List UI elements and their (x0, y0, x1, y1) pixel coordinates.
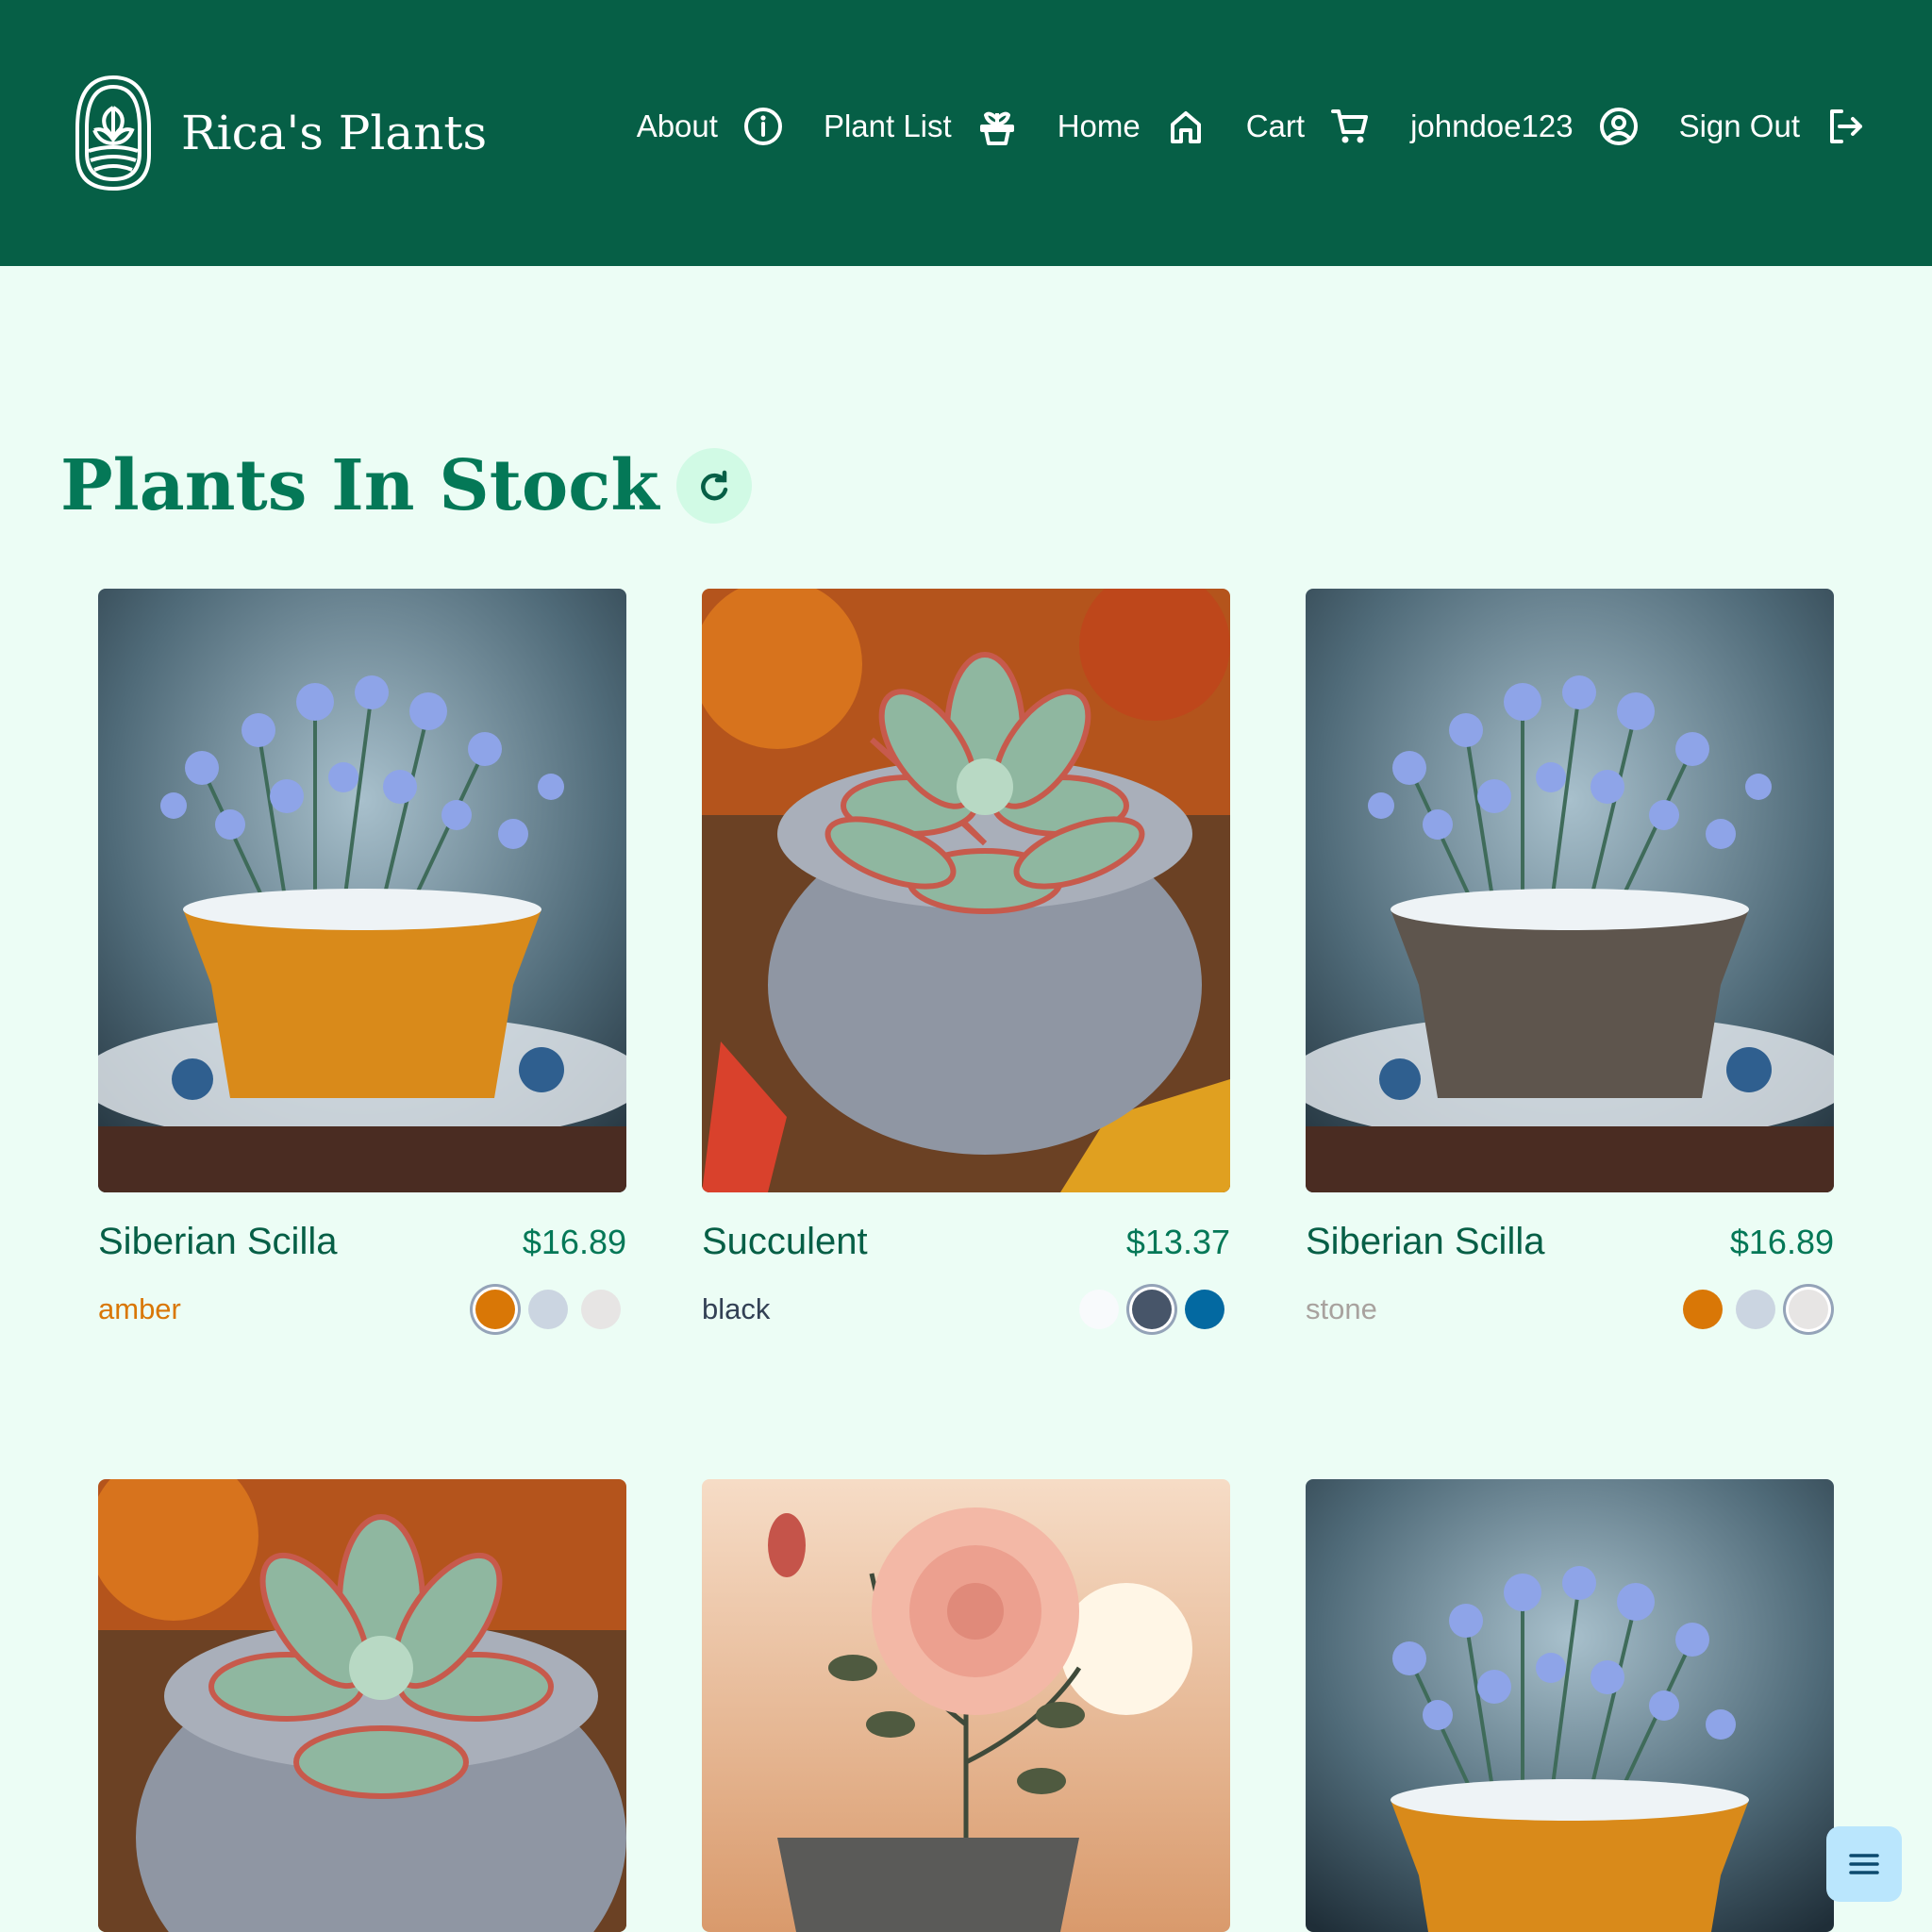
info-icon (742, 106, 784, 147)
product-card[interactable] (98, 1479, 626, 1932)
product-image[interactable] (702, 1479, 1230, 1932)
swatch-slate[interactable] (528, 1290, 568, 1329)
swatch-stone[interactable] (1789, 1290, 1828, 1329)
brand[interactable]: Rica's Plants (74, 74, 487, 192)
nav-home[interactable]: Home (1058, 106, 1207, 147)
product-name: Siberian Scilla (1306, 1221, 1545, 1262)
card-meta: stone (1306, 1290, 1834, 1329)
top-nav-bar: Rica's Plants About Plant List Home Cart (0, 0, 1932, 266)
swatch-slate[interactable] (1736, 1290, 1775, 1329)
card-info: Succulent $13.37 (702, 1221, 1230, 1263)
product-image[interactable] (98, 589, 626, 1192)
plant-pot-icon (976, 106, 1018, 147)
sign-out-icon (1824, 106, 1866, 147)
product-price: $16.89 (522, 1223, 626, 1261)
nav-cart[interactable]: Cart (1246, 106, 1371, 147)
product-image[interactable] (702, 589, 1230, 1192)
product-name: Succulent (702, 1221, 868, 1262)
main-nav: About Plant List Home Cart johndoe123 Si… (637, 106, 1866, 147)
product-card[interactable] (1306, 1479, 1834, 1932)
product-card[interactable] (702, 1479, 1230, 1932)
color-swatches (1683, 1290, 1834, 1329)
swatch-blue[interactable] (1185, 1290, 1224, 1329)
page-title: Plants In Stock (60, 445, 659, 526)
nav-user[interactable]: johndoe123 (1410, 106, 1640, 147)
menu-icon (1849, 1854, 1879, 1874)
nav-plant-list-label: Plant List (823, 108, 952, 143)
selected-color-label: black (702, 1292, 771, 1325)
menu-button[interactable] (1826, 1826, 1902, 1902)
selected-color-label: amber (98, 1292, 181, 1325)
swatch-amber[interactable] (475, 1290, 515, 1329)
nav-sign-out[interactable]: Sign Out (1679, 106, 1866, 147)
card-meta: amber (98, 1290, 626, 1329)
swatch-amber[interactable] (1683, 1290, 1723, 1329)
nav-plant-list[interactable]: Plant List (824, 106, 1018, 147)
product-price: $16.89 (1729, 1223, 1834, 1261)
nav-sign-out-label: Sign Out (1678, 108, 1800, 143)
product-image[interactable] (1306, 1479, 1834, 1932)
logo-icon (75, 75, 151, 192)
brand-name: Rica's Plants (181, 106, 488, 160)
refresh-button[interactable] (675, 448, 752, 524)
product-card[interactable]: Succulent $13.37 black (702, 589, 1230, 1329)
nav-user-label: johndoe123 (1410, 108, 1574, 143)
product-image[interactable] (98, 1479, 626, 1932)
nav-cart-label: Cart (1245, 108, 1306, 143)
nav-home-label: Home (1057, 108, 1141, 143)
swatch-white[interactable] (1079, 1290, 1119, 1329)
selected-color-label: stone (1306, 1292, 1377, 1325)
color-swatches (475, 1290, 626, 1329)
card-info: Siberian Scilla $16.89 (1306, 1221, 1834, 1263)
product-card[interactable]: Siberian Scilla $16.89 stone (1306, 589, 1834, 1329)
color-swatches (1079, 1290, 1230, 1329)
product-name: Siberian Scilla (98, 1221, 338, 1262)
nav-about-label: About (636, 108, 718, 143)
user-circle-icon (1598, 106, 1640, 147)
product-price: $13.37 (1125, 1223, 1230, 1261)
refresh-icon (700, 470, 727, 501)
card-info: Siberian Scilla $16.89 (98, 1221, 626, 1263)
nav-about[interactable]: About (637, 106, 784, 147)
title-row: Plants In Stock (60, 445, 752, 526)
swatch-black[interactable] (1132, 1290, 1172, 1329)
swatch-stone[interactable] (581, 1290, 621, 1329)
cart-icon (1329, 106, 1371, 147)
product-card[interactable]: Siberian Scilla $16.89 amber (98, 589, 626, 1329)
card-meta: black (702, 1290, 1230, 1329)
product-image[interactable] (1306, 589, 1834, 1192)
home-icon (1165, 106, 1207, 147)
